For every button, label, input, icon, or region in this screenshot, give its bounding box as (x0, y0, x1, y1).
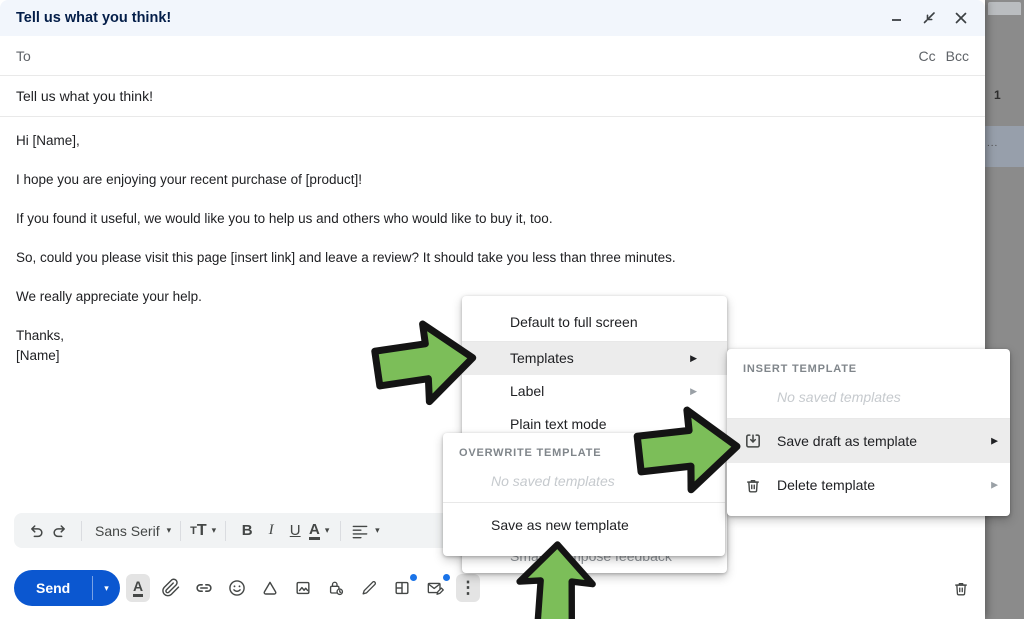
image-icon (293, 578, 313, 598)
drive-icon (260, 578, 280, 598)
text-color-button[interactable]: A ▾ (307, 518, 331, 544)
trash-icon (951, 578, 971, 598)
subject-field[interactable]: Tell us what you think! (0, 76, 985, 117)
insert-emoji-button[interactable] (225, 574, 249, 602)
send-button-label[interactable]: Send (14, 570, 92, 606)
exit-fullscreen-icon[interactable] (921, 10, 937, 26)
no-saved-templates-text: No saved templates (443, 473, 725, 489)
menu-item-label: Delete template (777, 477, 875, 493)
section-header-overwrite-template: OVERWRITE TEMPLATE (443, 433, 725, 459)
pen-icon (359, 578, 379, 598)
body-line: So, could you please visit this page [in… (16, 248, 969, 268)
body-line: I hope you are enjoying your recent purc… (16, 170, 969, 190)
minimize-icon[interactable] (889, 10, 905, 26)
background-count-badge: 1 (994, 88, 1001, 102)
italic-button[interactable]: I (259, 518, 283, 544)
close-icon[interactable] (953, 10, 969, 26)
recipients-row[interactable]: To Cc Bcc (0, 36, 985, 76)
size-small-t: T (190, 525, 197, 537)
compose-title: Tell us what you think! (16, 10, 889, 26)
undo-button[interactable] (24, 518, 48, 544)
link-icon (193, 577, 215, 599)
underline-button[interactable]: U (283, 518, 307, 544)
no-saved-templates-text: No saved templates (727, 389, 1010, 405)
send-button[interactable]: Send ▾ (14, 570, 120, 606)
align-button[interactable]: ▾ (350, 518, 380, 544)
background-selected-row: ... (985, 126, 1024, 167)
confidential-mode-button[interactable] (324, 574, 348, 602)
layouts-button[interactable] (390, 574, 414, 602)
text-color-a: A (309, 522, 320, 540)
font-family-selector[interactable]: Sans Serif ▾ (91, 518, 171, 544)
submenu-arrow-icon: ▶ (690, 342, 697, 375)
cc-button[interactable]: Cc (919, 48, 936, 64)
send-toolbar: Send ▾ A (0, 565, 985, 619)
insert-from-drive-button[interactable] (258, 574, 282, 602)
size-large-t: T (197, 522, 207, 540)
menu-item-label[interactable]: Label ▶ (462, 375, 727, 408)
lock-clock-icon (326, 578, 346, 598)
bcc-button[interactable]: Bcc (946, 48, 969, 64)
section-header-insert-template: INSERT TEMPLATE (727, 349, 1010, 375)
attach-files-button[interactable] (159, 574, 183, 602)
menu-item-save-as-new-template[interactable]: Save as new template (443, 503, 725, 548)
chevron-down-icon: ▾ (375, 525, 380, 536)
save-draft-submenu: OVERWRITE TEMPLATE No saved templates Sa… (443, 433, 725, 556)
body-line: If you found it useful, we would like yo… (16, 209, 969, 229)
chevron-down-icon: ▾ (212, 525, 217, 536)
insert-signature-button[interactable] (357, 574, 381, 602)
screen: 1 ... 0 Tell us what you think! To Cc Bc… (0, 0, 1024, 619)
envelope-pencil-icon (425, 578, 445, 598)
notification-dot (443, 574, 450, 581)
font-size-selector[interactable]: TT ▾ (190, 518, 216, 544)
notification-dot (410, 574, 417, 581)
formatting-options-button[interactable]: A (126, 574, 150, 602)
send-options-dropdown[interactable]: ▾ (93, 570, 120, 606)
trash-icon (743, 475, 763, 495)
discard-draft-button[interactable] (948, 575, 974, 601)
submenu-arrow-icon: ▶ (991, 436, 998, 447)
menu-item-label: Templates (510, 350, 574, 366)
submenu-arrow-icon: ▶ (991, 480, 998, 491)
compose-titlebar: Tell us what you think! (0, 0, 985, 36)
background-page-strip: 1 ... 0 (985, 0, 1024, 619)
body-line: Hi [Name], (16, 131, 969, 151)
menu-item-label: Label (510, 383, 544, 399)
paperclip-icon (161, 578, 181, 598)
menu-item-delete-template[interactable]: Delete template ▶ (727, 463, 1010, 507)
vertical-dots-icon: ⋮ (460, 578, 477, 598)
chevron-down-icon: ▾ (104, 583, 109, 594)
background-toolbar-fragment (988, 2, 1021, 15)
layout-grid-icon (392, 578, 412, 598)
more-options-button[interactable]: ⋮ (456, 574, 480, 602)
menu-item-templates[interactable]: Templates ▶ (462, 342, 727, 375)
menu-item-label: Save draft as template (777, 433, 917, 449)
emoji-icon (227, 578, 247, 598)
to-label: To (16, 48, 31, 64)
insert-photo-button[interactable] (291, 574, 315, 602)
templates-submenu: INSERT TEMPLATE No saved templates Save … (727, 349, 1010, 516)
background-row-ellipsis: ... (987, 138, 998, 149)
menu-item-save-draft-as-template[interactable]: Save draft as template ▶ (727, 419, 1010, 463)
chevron-down-icon: ▾ (325, 525, 330, 536)
chevron-down-icon: ▾ (167, 525, 172, 536)
bold-button[interactable]: B (235, 518, 259, 544)
redo-button[interactable] (48, 518, 72, 544)
menu-item-default-full-screen[interactable]: Default to full screen (462, 303, 727, 341)
multi-send-button[interactable] (423, 574, 447, 602)
submenu-arrow-icon: ▶ (690, 375, 697, 408)
save-template-icon (743, 431, 763, 451)
font-family-value: Sans Serif (95, 523, 160, 539)
insert-link-button[interactable] (192, 574, 216, 602)
